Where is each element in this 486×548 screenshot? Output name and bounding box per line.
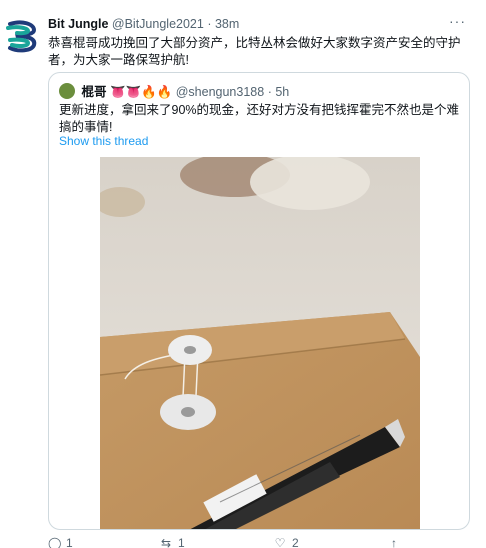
reply-icon: ◯ xyxy=(48,536,62,548)
tweet-header: Bit Jungle @BitJungle2021 · 38m xyxy=(48,15,478,33)
tweet-photo[interactable] xyxy=(100,157,420,529)
quoted-tweet-header: 棍哥 👅👅🔥🔥 @shengun3188 · 5h xyxy=(59,83,289,101)
tweet[interactable]: Bit Jungle @BitJungle2021 · 38m ··· 恭喜棍哥… xyxy=(0,0,486,548)
quoted-author-emojis: 👅👅🔥🔥 xyxy=(109,85,173,99)
author-handle[interactable]: @BitJungle2021 xyxy=(112,17,204,31)
quoted-author-avatar[interactable] xyxy=(59,83,75,99)
retweet-button[interactable]: ⇆ 1 xyxy=(160,536,185,548)
reply-count: 1 xyxy=(66,536,73,548)
tweet-time[interactable]: 38m xyxy=(215,17,239,31)
like-count: 2 xyxy=(292,536,299,548)
quoted-author-handle[interactable]: @shengun3188 xyxy=(176,85,264,99)
retweet-count: 1 xyxy=(178,536,185,548)
quoted-header-separator: · xyxy=(267,85,272,99)
heart-icon: ♡ xyxy=(274,536,286,548)
header-separator: · xyxy=(207,17,212,31)
author-name[interactable]: Bit Jungle xyxy=(48,17,108,31)
more-options-icon[interactable]: ··· xyxy=(449,13,466,29)
tweet-text: 恭喜棍哥成功挽回了大部分资产，比特丛林会做好大家数字资产安全的守护者，为大家一路… xyxy=(48,36,461,67)
quoted-tweet-time[interactable]: 5h xyxy=(275,85,289,99)
quoted-tweet[interactable]: 棍哥 👅👅🔥🔥 @shengun3188 · 5h 更新进度，拿回来了90%的现… xyxy=(48,72,470,530)
tweet-actions: ◯ 1 ⇆ 1 ♡ 2 ↑ xyxy=(48,536,448,548)
share-icon: ↑ xyxy=(391,536,397,548)
retweet-icon: ⇆ xyxy=(160,536,172,548)
reply-button[interactable]: ◯ 1 xyxy=(48,536,73,548)
quoted-tweet-text: 更新进度，拿回来了90%的现金，还好对方没有把钱挥霍完不然也是个难搞的事情! xyxy=(59,103,460,134)
quoted-author-name[interactable]: 棍哥 xyxy=(81,85,106,99)
show-thread-link[interactable]: Show this thread xyxy=(59,134,148,148)
share-button[interactable]: ↑ xyxy=(388,536,406,548)
like-button[interactable]: ♡ 2 xyxy=(274,536,299,548)
bit-jungle-logo-avatar[interactable] xyxy=(4,18,40,54)
